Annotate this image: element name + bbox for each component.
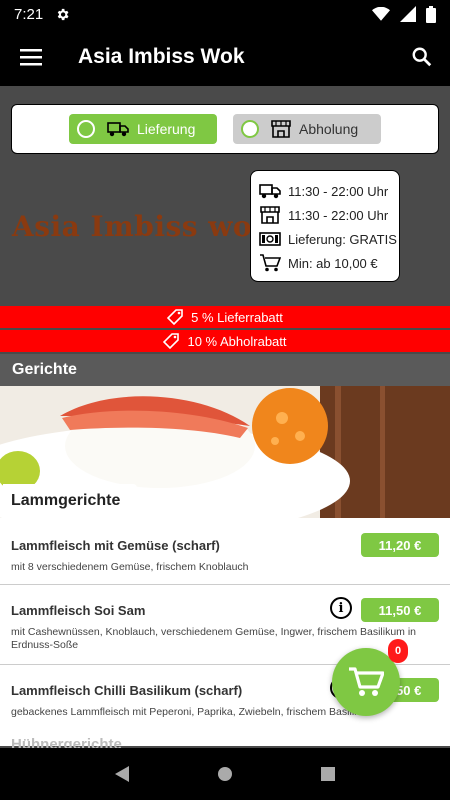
system-nav-bar: [0, 748, 450, 800]
radio-selected[interactable]: [77, 120, 95, 138]
delivery-toggle[interactable]: Lieferung: [69, 114, 217, 144]
promo-delivery-discount: 5 % Lieferrabatt: [0, 306, 450, 328]
pickup-hours: 11:30 - 22:00 Uhr: [288, 207, 389, 223]
restaurant-logo-text: Asia Imbiss wok: [12, 210, 272, 243]
item-description: mit Cashewnüssen, Knoblauch, verschieden…: [11, 626, 417, 651]
price-button[interactable]: 11,50 €: [361, 598, 439, 622]
page-title: Asia Imbiss Wok: [78, 45, 245, 68]
promo-text: 10 % Abholrabatt: [187, 333, 287, 349]
radio-unselected[interactable]: [241, 120, 259, 138]
search-icon[interactable]: [394, 46, 450, 68]
info-card: 11:30 - 22:00 Uhr 11:30 - 22:00 Uhr Lief…: [250, 170, 400, 282]
pickup-label: Abholung: [299, 121, 359, 137]
menu-item[interactable]: Lammfleisch mit Gemüse (scharf) mit 8 ve…: [0, 518, 450, 585]
next-category-header: Hühnergerichte: [0, 738, 450, 748]
delivery-fee-row: Lieferung: GRATIS: [259, 227, 399, 251]
delivery-label: Lieferung: [137, 121, 196, 137]
shopping-cart-icon: [260, 254, 281, 272]
min-order-row: Min: ab 10,00 €: [259, 251, 399, 275]
wifi-icon: [372, 7, 390, 21]
promo-pickup-discount: 10 % Abholrabatt: [0, 330, 450, 352]
pickup-toggle[interactable]: Abholung: [233, 114, 381, 144]
tag-icon: [163, 333, 180, 349]
next-category-title: Hühnergerichte: [11, 738, 122, 748]
order-mode-selector: Lieferung Abholung: [11, 104, 439, 154]
price-button[interactable]: 11,20 €: [361, 533, 439, 557]
battery-icon: [426, 5, 436, 23]
status-bar: 7:21: [0, 0, 450, 28]
delivery-hours-row: 11:30 - 22:00 Uhr: [259, 179, 399, 203]
section-title: Gerichte: [0, 354, 450, 386]
delivery-fee: Lieferung: GRATIS: [288, 231, 397, 247]
min-order: Min: ab 10,00 €: [288, 255, 378, 271]
money-icon: [259, 232, 281, 246]
info-icon[interactable]: i: [330, 597, 352, 619]
tag-icon: [167, 309, 183, 325]
store-icon: [271, 120, 291, 138]
pickup-hours-row: 11:30 - 22:00 Uhr: [259, 203, 399, 227]
store-icon: [260, 206, 280, 224]
signal-icon: [400, 6, 416, 22]
settings-icon: [57, 8, 69, 20]
delivery-truck-icon: [107, 122, 129, 137]
item-description: mit 8 verschiedenem Gemüse, frischem Kno…: [11, 561, 249, 573]
back-icon[interactable]: [114, 765, 130, 783]
shopping-cart-icon: [349, 667, 384, 696]
delivery-hours: 11:30 - 22:00 Uhr: [288, 183, 389, 199]
restaurant-header: Lieferung Abholung Asia Imbiss wok 11:30…: [0, 86, 450, 306]
category-title: Lammgerichte: [3, 484, 137, 518]
app-bar: Asia Imbiss Wok: [0, 28, 450, 86]
cart-count-badge: 0: [388, 639, 408, 663]
hamburger-menu-icon[interactable]: [0, 48, 62, 66]
menu-items-list: Lammfleisch mit Gemüse (scharf) mit 8 ve…: [0, 518, 450, 746]
recents-icon[interactable]: [320, 766, 336, 782]
home-icon[interactable]: [217, 766, 233, 782]
promo-text: 5 % Lieferrabatt: [191, 309, 283, 325]
delivery-truck-icon: [259, 184, 281, 199]
status-time: 7:21: [14, 5, 44, 23]
